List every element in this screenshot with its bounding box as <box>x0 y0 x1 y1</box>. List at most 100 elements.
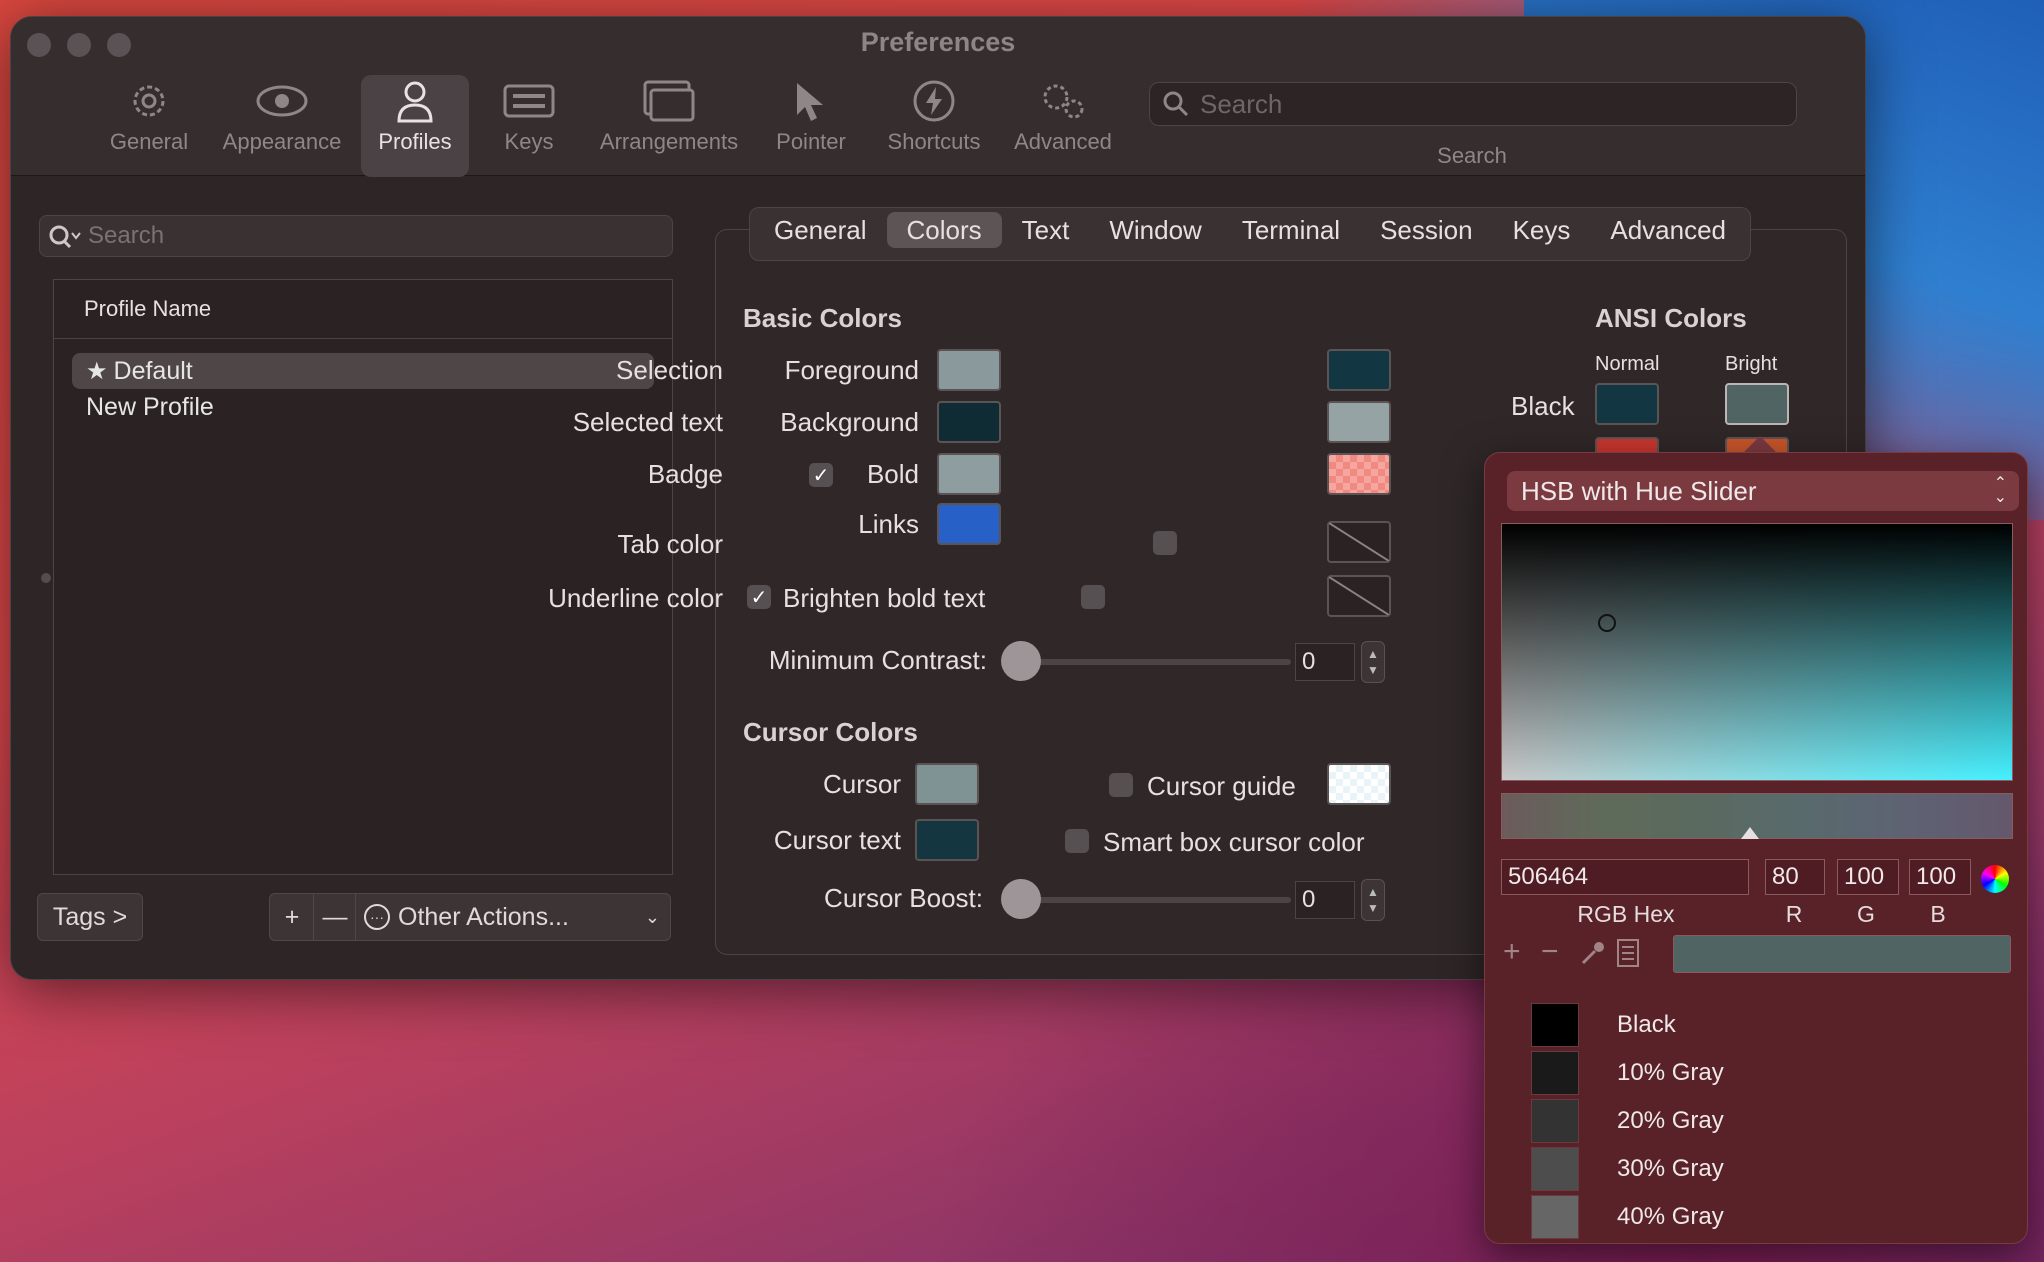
blue-caption: B <box>1930 901 1946 927</box>
cursor-boost-label: Cursor Boost: <box>824 883 983 913</box>
color-cursor[interactable] <box>1598 614 1616 632</box>
minimum-contrast-field[interactable]: 0 <box>1295 643 1355 681</box>
other-actions-menu[interactable]: ··· Other Actions... ⌄ <box>355 893 671 941</box>
cursor-boost-knob[interactable] <box>1001 879 1041 919</box>
resize-handle[interactable] <box>41 573 51 583</box>
underline-color-well[interactable] <box>1327 575 1391 617</box>
blue-field[interactable]: 100 <box>1909 859 1971 895</box>
red-field[interactable]: 80 <box>1765 859 1825 895</box>
keyboard-icon <box>503 84 555 118</box>
green-field[interactable]: 100 <box>1837 859 1899 895</box>
selected-text-color-well[interactable] <box>1327 401 1391 443</box>
tab-color-label: Tab color <box>617 529 724 559</box>
tab-colors[interactable]: Colors <box>886 212 1002 248</box>
toolbar-advanced[interactable]: Advanced <box>1003 75 1123 177</box>
cursor-boost-field[interactable]: 0 <box>1295 881 1355 919</box>
cursor-colors-title: Cursor Colors <box>743 717 918 747</box>
links-color-well[interactable] <box>937 503 1001 545</box>
person-icon <box>397 81 433 123</box>
tab-window[interactable]: Window <box>1089 212 1221 248</box>
background-label: Background <box>780 407 919 437</box>
selected-text-label: Selected text <box>572 407 723 437</box>
toolbar-label: General <box>109 129 189 154</box>
minimum-contrast-knob[interactable] <box>1001 641 1041 681</box>
tab-advanced[interactable]: Advanced <box>1590 212 1746 248</box>
toolbar-profiles[interactable]: Profiles <box>361 75 469 177</box>
toolbar-label: Profiles <box>378 129 452 154</box>
profile-row-new-profile[interactable]: New Profile <box>72 389 654 425</box>
ansi-colors-title: ANSI Colors <box>1595 303 1747 333</box>
cursor-guide-checkbox[interactable] <box>1109 773 1133 797</box>
tab-keys[interactable]: Keys <box>1493 212 1591 248</box>
toolbar-general[interactable]: General <box>93 75 205 177</box>
toolbar-shortcuts[interactable]: Shortcuts <box>873 75 995 177</box>
bold-checkbox[interactable]: ✓ <box>809 463 833 487</box>
badge-label: Badge <box>647 459 723 489</box>
add-profile-button[interactable]: + <box>269 893 315 941</box>
brighten-bold-checkbox[interactable]: ✓ <box>747 585 771 609</box>
cursor-text-color-well[interactable] <box>915 819 979 861</box>
preset-row[interactable]: Black <box>1531 1003 1676 1047</box>
picker-mode-select[interactable]: HSB with Hue Slider ⌃ ⌄ <box>1507 471 2019 511</box>
hue-slider-marker[interactable] <box>1741 827 1759 839</box>
eyedropper-icon[interactable] <box>1579 939 1607 967</box>
cursor-boost-slider[interactable] <box>1021 897 1291 903</box>
eye-icon <box>256 85 308 117</box>
search-placeholder: Search <box>88 222 165 249</box>
picker-mode-label: HSB with Hue Slider <box>1521 475 1757 506</box>
toolbar-arrangements[interactable]: Arrangements <box>585 75 753 177</box>
tab-terminal[interactable]: Terminal <box>1222 212 1360 248</box>
windows-icon <box>643 80 695 122</box>
minimum-contrast-slider[interactable] <box>1021 659 1291 665</box>
background-color-well[interactable] <box>937 401 1001 443</box>
toolbar-keys[interactable]: Keys <box>481 75 577 177</box>
list-icon[interactable] <box>1617 939 1639 967</box>
badge-color-well[interactable] <box>1327 453 1391 495</box>
tab-color-well[interactable] <box>1327 521 1391 563</box>
links-label: Links <box>858 509 919 539</box>
remove-swatch-icon[interactable]: − <box>1541 935 1559 969</box>
ansi-bright-header: Bright <box>1725 353 1778 375</box>
tab-color-checkbox[interactable] <box>1153 531 1177 555</box>
underline-color-checkbox[interactable] <box>1081 585 1105 609</box>
preset-row[interactable]: 30% Gray <box>1531 1147 1724 1191</box>
hex-field[interactable]: 506464 <box>1501 859 1749 895</box>
color-wheel-icon[interactable] <box>1981 865 2009 893</box>
profile-row-default[interactable]: ★ Default <box>72 353 654 389</box>
tab-text[interactable]: Text <box>1002 212 1090 248</box>
foreground-color-well[interactable] <box>937 349 1001 391</box>
ansi-black-normal-well[interactable] <box>1595 383 1659 425</box>
profile-search-input[interactable]: Search <box>39 215 673 257</box>
bold-color-well[interactable] <box>937 453 1001 495</box>
selection-color-well[interactable] <box>1327 349 1391 391</box>
add-swatch-icon[interactable]: + <box>1503 935 1521 969</box>
cursor-boost-stepper[interactable]: ▲ ▼ <box>1361 879 1385 921</box>
tab-session[interactable]: Session <box>1360 212 1493 248</box>
profile-name-header[interactable]: Profile Name <box>54 280 672 339</box>
remove-profile-button[interactable]: — <box>313 893 357 941</box>
preset-name: 20% Gray <box>1617 1107 1724 1134</box>
toolbar-pointer[interactable]: Pointer <box>763 75 859 177</box>
cursor-color-well[interactable] <box>915 763 979 805</box>
cursor-guide-color-well[interactable] <box>1327 763 1391 805</box>
preset-row[interactable]: 20% Gray <box>1531 1099 1724 1143</box>
preset-row[interactable]: 40% Gray <box>1531 1195 1724 1239</box>
preset-name: 30% Gray <box>1617 1155 1724 1182</box>
chevron-down-icon: ⌄ <box>644 906 660 927</box>
tab-general[interactable]: General <box>754 212 887 248</box>
gear-icon <box>133 85 165 117</box>
saturation-brightness-field[interactable] <box>1501 523 2013 781</box>
preferences-search-input[interactable]: Search <box>1149 82 1797 126</box>
smart-box-cursor-checkbox[interactable] <box>1065 829 1089 853</box>
search-icon <box>49 225 81 249</box>
preset-swatch <box>1531 1051 1579 1095</box>
toolbar-appearance[interactable]: Appearance <box>207 75 357 177</box>
preset-swatch <box>1531 1099 1579 1143</box>
green-caption: G <box>1857 901 1875 927</box>
preset-swatch <box>1531 1147 1579 1191</box>
search-icon <box>1163 91 1189 117</box>
tags-button[interactable]: Tags > <box>37 893 143 941</box>
minimum-contrast-stepper[interactable]: ▲ ▼ <box>1361 641 1385 683</box>
ansi-black-bright-well[interactable] <box>1725 383 1789 425</box>
preset-row[interactable]: 10% Gray <box>1531 1051 1724 1095</box>
